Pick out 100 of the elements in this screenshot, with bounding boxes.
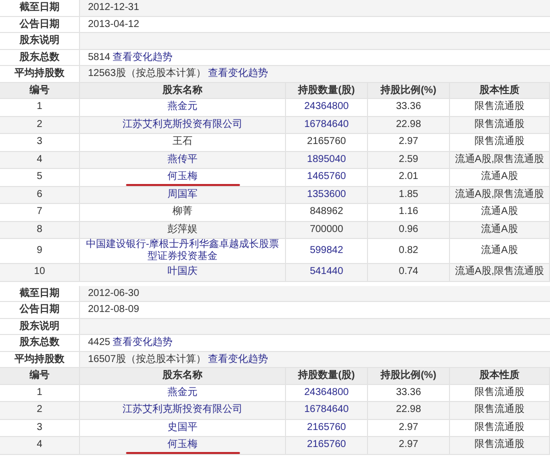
field-label: 截至日期 xyxy=(20,286,60,301)
column-header: 持股比例(%) xyxy=(380,368,436,384)
table-cell: 1465760 xyxy=(307,171,346,184)
table-cell: 0.82 xyxy=(398,245,418,257)
table-cell: 2.59 xyxy=(398,154,418,166)
table-cell: 限售流通股 xyxy=(474,404,524,416)
field-label: 平均持股数 xyxy=(14,66,64,82)
field-label: 平均持股数 xyxy=(14,352,64,367)
table-cell: 4 xyxy=(36,439,42,452)
table-cell: 限售流通股 xyxy=(474,422,524,434)
table-cell: 1 xyxy=(36,101,42,114)
table-cell: 2165760 xyxy=(307,439,346,452)
table-cell: 8 xyxy=(36,224,42,236)
table-cell: 9 xyxy=(36,245,42,257)
table-cell: 流通A股 xyxy=(481,245,518,257)
table-cell: 3 xyxy=(36,422,42,434)
table-cell: 彭萍娱 xyxy=(168,224,198,236)
table-cell: 2.97 xyxy=(398,422,418,434)
column-header: 持股数量(股) xyxy=(298,368,355,384)
table-cell: 3 xyxy=(36,136,42,148)
table-cell: 16784640 xyxy=(304,118,349,131)
table-cell: 限售流通股 xyxy=(474,101,524,114)
field-value: 2012-08-09 xyxy=(88,303,140,318)
shareholder-link[interactable]: 周国军 xyxy=(168,188,198,201)
table-cell: 1.16 xyxy=(398,206,418,218)
table-cell: 流通A股,限售流通股 xyxy=(454,154,544,166)
field-value: 16507股（按总股本计算） xyxy=(88,352,206,367)
trend-link[interactable]: 查看变化趋势 xyxy=(208,352,268,367)
field-label: 股东说明 xyxy=(20,319,60,334)
table-cell: 700000 xyxy=(310,224,344,236)
table-cell: 848962 xyxy=(310,206,344,218)
field-value: 2013-04-12 xyxy=(88,18,140,32)
trend-link[interactable]: 查看变化趋势 xyxy=(112,50,172,65)
shareholder-link[interactable]: 江苏艾利克斯投资有限公司 xyxy=(122,404,242,416)
table-cell: 2 xyxy=(36,404,42,416)
trend-link[interactable]: 查看变化趋势 xyxy=(112,335,172,350)
column-header: 股本性质 xyxy=(480,368,520,384)
field-label: 截至日期 xyxy=(20,0,60,16)
table-cell: 2.01 xyxy=(398,171,418,184)
shareholder-link[interactable]: 江苏艾利克斯投资有限公司 xyxy=(122,118,242,131)
field-label: 公告日期 xyxy=(20,18,60,32)
field-label: 股东说明 xyxy=(20,33,60,48)
column-header: 股本性质 xyxy=(480,84,520,98)
table-cell: 1.85 xyxy=(398,188,418,201)
field-value: 2012-12-31 xyxy=(88,1,140,16)
column-header: 股东名称 xyxy=(162,368,202,384)
shareholder-link[interactable]: 何玉梅 xyxy=(168,171,198,184)
table-cell: 33.36 xyxy=(396,386,422,399)
table-cell: 流通A股,限售流通股 xyxy=(454,266,544,278)
table-cell: 柳菁 xyxy=(172,206,192,218)
shareholder-link[interactable]: 燕金元 xyxy=(168,101,198,114)
column-header: 持股比例(%) xyxy=(380,84,436,98)
shareholder-link[interactable]: 燕金元 xyxy=(168,386,198,399)
table-cell: 王石 xyxy=(172,136,192,148)
table-cell: 流通A股 xyxy=(481,206,518,218)
field-label: 公告日期 xyxy=(20,302,60,318)
table-cell: 流通A股 xyxy=(481,224,518,236)
table-cell: 6 xyxy=(36,188,42,201)
table-cell: 流通A股 xyxy=(481,171,518,184)
field-value: 5814 xyxy=(88,50,110,65)
table-cell: 2165760 xyxy=(307,422,346,434)
table-cell: 限售流通股 xyxy=(474,136,524,148)
table-cell: 2 xyxy=(36,118,42,131)
shareholder-link[interactable]: 中国建设银行-摩根士丹利华鑫卓越成长股票型证券投资基金 xyxy=(84,239,281,263)
table-cell: 4 xyxy=(36,154,42,166)
table-cell: 流通A股,限售流通股 xyxy=(454,188,544,201)
field-label: 股东总数 xyxy=(20,335,60,350)
table-cell: 16784640 xyxy=(304,404,349,416)
table-cell: 10 xyxy=(34,266,46,278)
shareholder-link[interactable]: 何玉梅 xyxy=(168,439,198,452)
table-cell: 2.97 xyxy=(398,439,418,452)
table-cell: 541440 xyxy=(310,266,344,278)
table-cell: 2165760 xyxy=(307,136,346,148)
table-cell: 599842 xyxy=(310,245,344,257)
trend-link[interactable]: 查看变化趋势 xyxy=(208,66,268,82)
table-cell: 24364800 xyxy=(304,101,349,114)
column-header: 编号 xyxy=(30,368,50,384)
field-value: 12563股（按总股本计算） xyxy=(88,66,206,82)
table-cell: 限售流通股 xyxy=(474,118,524,131)
table-cell: 5 xyxy=(36,171,42,184)
table-cell: 限售流通股 xyxy=(474,439,524,452)
table-cell: 1 xyxy=(36,386,42,399)
table-cell: 1895040 xyxy=(307,154,346,166)
column-header: 股东名称 xyxy=(162,83,202,98)
table-cell: 2.97 xyxy=(398,136,418,148)
shareholder-link[interactable]: 史国平 xyxy=(168,422,198,434)
column-header: 持股数量(股) xyxy=(298,84,355,98)
table-cell: 22.98 xyxy=(396,404,422,416)
table-cell: 7 xyxy=(36,206,42,218)
table-cell: 33.36 xyxy=(396,101,422,114)
table-cell: 22.98 xyxy=(396,118,422,131)
field-value: 4425 xyxy=(88,336,110,350)
column-header: 编号 xyxy=(30,84,50,98)
shareholder-link[interactable]: 叶国庆 xyxy=(168,266,198,278)
table-cell: 1353600 xyxy=(307,188,346,201)
field-value: 2012-06-30 xyxy=(88,286,140,301)
table-cell: 0.74 xyxy=(398,266,418,278)
shareholder-link[interactable]: 燕传平 xyxy=(168,154,198,166)
table-cell: 0.96 xyxy=(398,224,418,236)
table-cell: 24364800 xyxy=(304,386,349,399)
